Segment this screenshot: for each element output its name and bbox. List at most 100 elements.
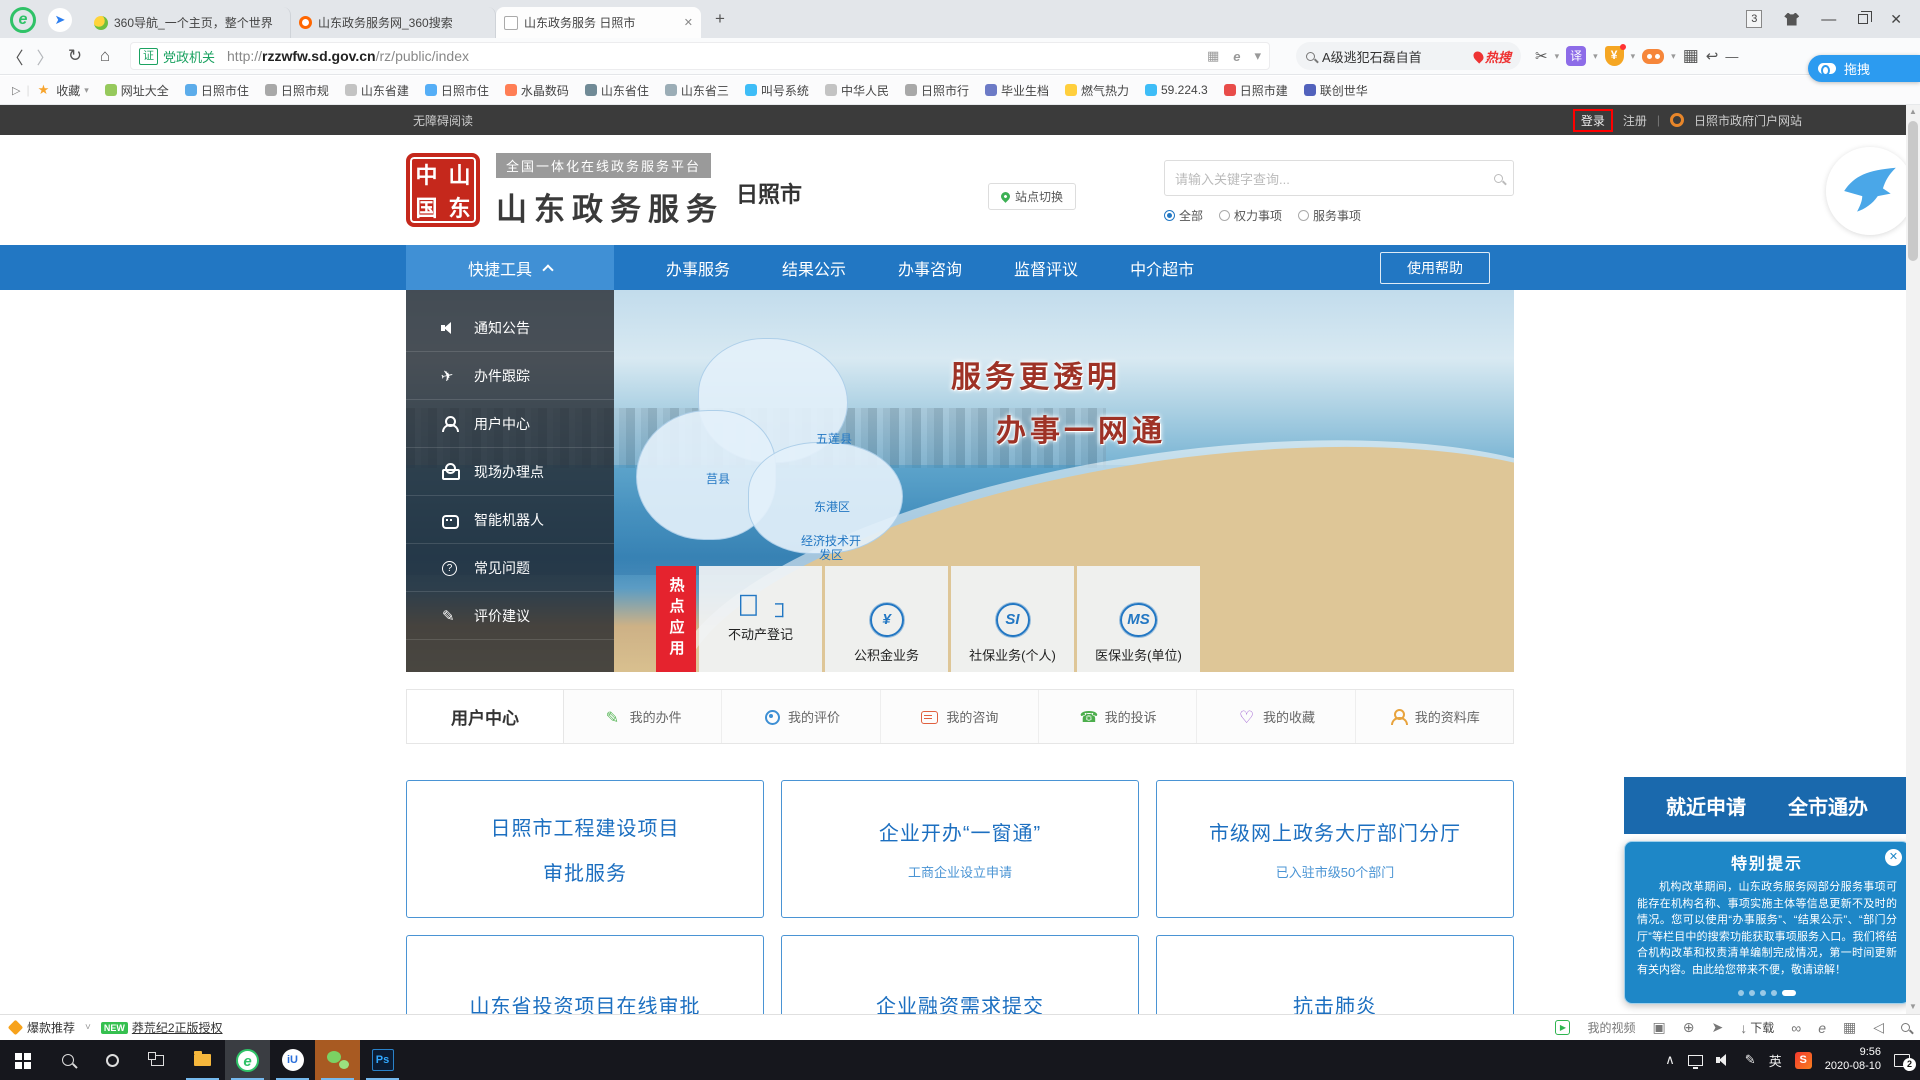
- new-tab-button[interactable]: +: [707, 6, 733, 32]
- portal-link[interactable]: 日照市政府门户网站: [1694, 112, 1802, 129]
- map-region-label[interactable]: 五莲县: [816, 430, 852, 447]
- radio-icon[interactable]: [1298, 210, 1309, 221]
- reload-button[interactable]: ↻: [60, 46, 90, 66]
- split-screen-icon[interactable]: ▦: [1207, 48, 1219, 64]
- speed-icon[interactable]: ⊕: [1683, 1019, 1695, 1036]
- quick-tool-item[interactable]: 常见问题: [406, 544, 614, 592]
- hot-search-button[interactable]: 热搜: [1474, 47, 1511, 66]
- wechat-button[interactable]: [315, 1040, 360, 1080]
- screenshot-scissors-icon[interactable]: ✂: [1535, 47, 1548, 65]
- site-search-icon[interactable]: [1494, 174, 1503, 183]
- site-search-box[interactable]: 请输入关键字查询...: [1164, 160, 1514, 196]
- sogou-ime-icon[interactable]: S: [1795, 1052, 1812, 1069]
- user-center-tab[interactable]: 我的收藏: [1197, 690, 1355, 743]
- action-center-icon[interactable]: 2: [1894, 1054, 1910, 1067]
- tab-count-button[interactable]: 3: [1746, 10, 1762, 28]
- task-view-button[interactable]: [135, 1040, 180, 1080]
- hot-app-tile[interactable]: SI 社保业务(个人): [951, 566, 1074, 672]
- download-button[interactable]: ↓下载: [1740, 1019, 1774, 1036]
- hot-app-tile[interactable]: ¥ 公积金业务: [825, 566, 948, 672]
- network-monitor-icon[interactable]: [1688, 1055, 1703, 1066]
- start-button[interactable]: [0, 1040, 45, 1080]
- netdisk-drag-pill[interactable]: 拖拽: [1808, 55, 1920, 82]
- citywide-link[interactable]: 全市通办: [1788, 791, 1868, 820]
- promo-caret-icon[interactable]: ˅: [85, 1022, 91, 1033]
- address-bar[interactable]: 证 党政机关 http://rzzwfw.sd.gov.cn/rz/public…: [130, 42, 1270, 70]
- promo-link[interactable]: 莽荒纪2正版授权: [132, 1019, 223, 1036]
- url-text[interactable]: http://rzzwfw.sd.gov.cn/rz/public/index: [227, 48, 469, 64]
- map-region-label[interactable]: 莒县: [706, 470, 730, 487]
- service-card[interactable]: 企业开办“一窗通” 工商企业设立申请: [781, 780, 1139, 918]
- browser-search-box[interactable]: A级逃犯石磊自首 热搜: [1296, 42, 1521, 70]
- tab-user-center[interactable]: 用户中心: [407, 690, 564, 743]
- service-card[interactable]: 市级网上政务大厅部门分厅 已入驻市级50个部门: [1156, 780, 1514, 918]
- nearby-apply-link[interactable]: 就近申请: [1666, 791, 1746, 820]
- forward-button[interactable]: 〉: [30, 44, 60, 69]
- window-layout-icon[interactable]: ▦: [1843, 1019, 1856, 1036]
- url-dropdown-icon[interactable]: ▾: [1254, 48, 1261, 64]
- bookmark-item[interactable]: 59.224.3: [1145, 83, 1208, 97]
- iu-app-button[interactable]: iU: [270, 1040, 315, 1080]
- bookmark-item[interactable]: 毕业生档: [985, 82, 1049, 99]
- floating-bird-widget[interactable]: [1826, 147, 1914, 235]
- shield-menu-caret[interactable]: ▾: [1631, 51, 1636, 62]
- service-card[interactable]: 企业融资需求提交: [781, 935, 1139, 1014]
- zoom-search-icon[interactable]: [1901, 1023, 1910, 1032]
- pen-input-icon[interactable]: ✎: [1745, 1052, 1756, 1068]
- wallet-shield-icon[interactable]: ¥: [1605, 46, 1624, 66]
- accessibility-link[interactable]: 无障碍阅读: [413, 112, 473, 129]
- favorites-menu[interactable]: ★收藏▾: [38, 82, 89, 99]
- promo-label[interactable]: 爆款推荐: [27, 1019, 75, 1036]
- hot-app-tile[interactable]: MS 医保业务(单位): [1077, 566, 1200, 672]
- nav-menu-item[interactable]: 结果公示: [782, 256, 846, 280]
- close-button[interactable]: ✕: [1890, 11, 1902, 28]
- wallpaper-icon[interactable]: ▣: [1652, 1019, 1665, 1036]
- quick-tool-item[interactable]: 智能机器人: [406, 496, 614, 544]
- browser-tab[interactable]: 360导航_一个主页，整个世界 ✕: [86, 7, 291, 38]
- game-center-icon[interactable]: [1642, 49, 1664, 64]
- radio-icon[interactable]: [1164, 210, 1175, 221]
- bookmark-item[interactable]: 山东省住: [585, 82, 649, 99]
- boost-icon[interactable]: ➤: [1711, 1019, 1723, 1036]
- photoshop-button[interactable]: Ps: [360, 1040, 405, 1080]
- nav-menu-item[interactable]: 监督评议: [1014, 256, 1078, 280]
- reader-glasses-icon[interactable]: ∞: [1791, 1020, 1801, 1036]
- browser-360-button[interactable]: e: [225, 1040, 270, 1080]
- bookmark-item[interactable]: 日照市住: [425, 82, 489, 99]
- quick-tool-item[interactable]: 评价建议: [406, 592, 614, 640]
- page-scrollbar[interactable]: ▲ ▼: [1906, 105, 1920, 1014]
- menu-icon[interactable]: —: [1725, 49, 1738, 64]
- user-center-tab[interactable]: 我的资料库: [1356, 690, 1513, 743]
- bookmark-item[interactable]: 中华人民: [825, 82, 889, 99]
- bookmark-item[interactable]: 水晶数码: [505, 82, 569, 99]
- volume-icon[interactable]: [1716, 1053, 1732, 1067]
- user-center-tab[interactable]: 我的咨询: [881, 690, 1039, 743]
- register-link[interactable]: 注册: [1623, 112, 1647, 129]
- back-button[interactable]: 〈: [0, 44, 30, 69]
- home-button[interactable]: ⌂: [90, 46, 120, 66]
- scrollbar-thumb[interactable]: [1908, 121, 1918, 261]
- input-language[interactable]: 英: [1769, 1051, 1782, 1070]
- service-card[interactable]: 日照市工程建设项目 审批服务: [406, 780, 764, 918]
- taskbar-clock[interactable]: 9:56 2020-08-10: [1825, 1046, 1881, 1074]
- game-menu-caret[interactable]: ▾: [1671, 51, 1676, 62]
- bookmark-item[interactable]: 日照市建: [1224, 82, 1288, 99]
- user-center-tab[interactable]: 我的投诉: [1039, 690, 1197, 743]
- tab-close-icon[interactable]: ✕: [684, 16, 693, 29]
- browser-nav-home-icon[interactable]: ➤: [48, 8, 72, 32]
- scroll-up-arrow[interactable]: ▲: [1906, 105, 1920, 119]
- map-region-label[interactable]: 东港区: [814, 498, 850, 515]
- filter-radio-option[interactable]: 服务事项: [1298, 207, 1361, 224]
- quick-tools-toggle[interactable]: 快捷工具: [406, 245, 614, 290]
- bookmark-item[interactable]: 日照市行: [905, 82, 969, 99]
- bookmark-item[interactable]: 叫号系统: [745, 82, 809, 99]
- bookmark-item[interactable]: 山东省三: [665, 82, 729, 99]
- tray-expand-chevron[interactable]: ∧: [1665, 1052, 1675, 1068]
- browser-tab[interactable]: 山东政务服务 日照市 ✕: [496, 7, 701, 38]
- translate-menu-caret[interactable]: ▾: [1593, 51, 1598, 62]
- user-center-tab[interactable]: 我的办件: [564, 690, 722, 743]
- bookmark-item[interactable]: 山东省建: [345, 82, 409, 99]
- cortana-button[interactable]: [90, 1040, 135, 1080]
- my-video-label[interactable]: 我的视频: [1587, 1019, 1635, 1036]
- bookmark-item[interactable]: 日照市规: [265, 82, 329, 99]
